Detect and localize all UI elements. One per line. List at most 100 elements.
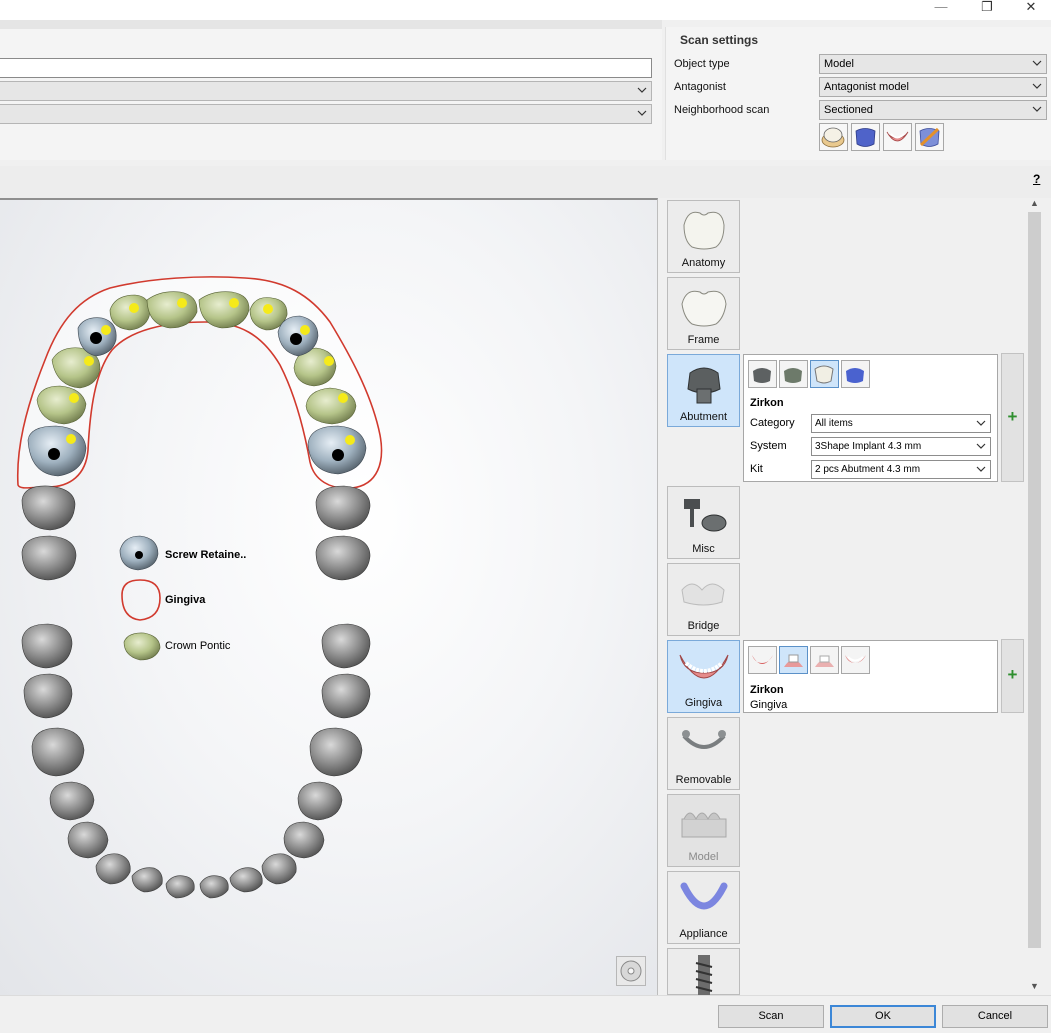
scroll-thumb[interactable] — [1028, 212, 1041, 948]
tooth-38[interactable] — [321, 623, 371, 669]
tile-bridge[interactable]: Bridge — [667, 563, 740, 636]
gingiva-type-2-icon[interactable] — [779, 646, 808, 674]
tooth-41[interactable] — [165, 875, 195, 899]
minimize-button[interactable]: — — [922, 0, 960, 20]
tile-bridge-label: Bridge — [687, 620, 720, 632]
tooth-32[interactable] — [229, 867, 263, 893]
object-type-label: Object type — [674, 58, 730, 70]
tile-misc[interactable]: Misc — [667, 486, 740, 559]
order-select-1[interactable] — [0, 81, 652, 101]
scan-model-icon[interactable] — [819, 123, 848, 151]
scroll-up-icon[interactable]: ▲ — [1026, 198, 1043, 212]
tile-removable[interactable]: Removable — [667, 717, 740, 790]
gingiva-denture-icon — [679, 654, 729, 679]
appliance-icon — [680, 882, 728, 910]
add-abutment-button[interactable]: + — [1001, 353, 1024, 482]
scan-settings-title: Scan settings — [680, 33, 759, 47]
tile-anatomy[interactable]: Anatomy — [667, 200, 740, 273]
restoration-types-panel: Anatomy Frame Abutment Zirkon Category A… — [658, 198, 1051, 999]
close-button[interactable]: ✕ — [1012, 0, 1050, 20]
tile-abutment[interactable]: Abutment — [667, 354, 740, 427]
abutment-type-3-icon[interactable] — [810, 360, 839, 388]
tile-gingiva-label: Gingiva — [684, 697, 723, 709]
tooth-18[interactable] — [21, 535, 77, 581]
tile-gingiva[interactable]: Gingiva — [667, 640, 740, 713]
tooth-33[interactable] — [261, 853, 297, 885]
abutment-options-panel: Zirkon Category All items System 3Shape … — [743, 354, 998, 482]
tooth-34[interactable] — [283, 821, 325, 859]
scan-no-scan-icon[interactable] — [915, 123, 944, 151]
chevron-down-icon — [637, 110, 647, 116]
scan-button[interactable]: Scan — [718, 1005, 824, 1028]
legend-gingiva-icon — [121, 579, 161, 621]
tile-model[interactable]: Model — [667, 794, 740, 867]
tooth-45[interactable] — [49, 781, 95, 821]
tooth-44[interactable] — [67, 821, 109, 859]
gingiva-type-1-icon[interactable] — [748, 646, 777, 674]
anatomy-crown-icon — [683, 211, 725, 250]
ok-button[interactable]: OK — [830, 1005, 936, 1028]
abutment-material: Zirkon — [750, 397, 784, 409]
kit-label: Kit — [750, 463, 763, 475]
tooth-17[interactable] — [21, 485, 76, 531]
tooth-27[interactable] — [315, 485, 371, 531]
chevron-down-icon — [976, 443, 986, 449]
restore-button[interactable]: ❐ — [968, 0, 1006, 20]
tooth-37[interactable] — [321, 673, 371, 719]
tile-model-label: Model — [688, 851, 719, 863]
antagonist-label: Antagonist — [674, 81, 726, 93]
scroll-down-icon[interactable]: ▼ — [1026, 981, 1043, 995]
object-type-select[interactable]: Model — [819, 54, 1047, 74]
order-form-header — [0, 20, 662, 29]
tooth-36[interactable] — [309, 727, 363, 777]
abutment-type-2-icon[interactable] — [779, 360, 808, 388]
chevron-down-icon — [976, 420, 986, 426]
tile-removable-label: Removable — [675, 774, 732, 786]
abutment-type-4-icon[interactable] — [841, 360, 870, 388]
neighborhood-scan-select[interactable]: Sectioned — [819, 100, 1047, 120]
system-select[interactable]: 3Shape Implant 4.3 mm — [811, 437, 991, 456]
scan-settings-panel: Scan settings Object type Model Antagoni… — [665, 27, 1051, 160]
toolbar-strip — [0, 166, 1051, 198]
antagonist-select[interactable]: Antagonist model — [819, 77, 1047, 97]
scan-die-icon[interactable] — [851, 123, 880, 151]
order-text-field[interactable] — [0, 58, 652, 78]
category-value: All items — [815, 418, 853, 429]
bottom-bar: Scan OK Cancel — [0, 995, 1051, 1033]
bridge-icon — [681, 583, 725, 606]
removable-partial-icon — [682, 730, 726, 749]
tooth-35[interactable] — [297, 781, 343, 821]
tooth-46[interactable] — [31, 727, 85, 777]
legend-gingiva-label: Gingiva — [165, 594, 206, 606]
disc-icon[interactable] — [616, 956, 646, 986]
tooth-chart-viewer[interactable]: Screw Retaine.. Gingiva Crown Pontic — [0, 198, 658, 995]
gingiva-type-4-icon[interactable] — [841, 646, 870, 674]
cancel-button[interactable]: Cancel — [942, 1005, 1048, 1028]
tooth-48[interactable] — [21, 623, 73, 669]
tooth-28[interactable] — [315, 535, 371, 581]
tile-appliance[interactable]: Appliance — [667, 871, 740, 944]
tile-abutment-label: Abutment — [679, 411, 728, 423]
tile-appliance-label: Appliance — [679, 928, 728, 940]
object-type-value: Model — [824, 58, 854, 70]
category-select[interactable]: All items — [811, 414, 991, 433]
tooth-47[interactable] — [23, 673, 73, 719]
chevron-down-icon — [976, 466, 986, 472]
tooth-25[interactable] — [305, 387, 357, 425]
neighborhood-scan-label: Neighborhood scan — [674, 104, 770, 116]
tooth-42[interactable] — [131, 867, 163, 893]
legend-screw-retained-label: Screw Retaine.. — [165, 549, 247, 561]
order-select-2[interactable] — [0, 104, 652, 124]
tooth-43[interactable] — [95, 853, 131, 885]
chevron-down-icon — [1032, 83, 1042, 89]
help-link[interactable]: ? — [1033, 172, 1040, 186]
kit-select[interactable]: 2 pcs Abutment 4.3 mm — [811, 460, 991, 479]
tooth-31[interactable] — [199, 875, 229, 899]
gingiva-type-3-icon[interactable] — [810, 646, 839, 674]
scan-gingiva-icon[interactable] — [883, 123, 912, 151]
vertical-scrollbar[interactable]: ▲ ▼ — [1026, 198, 1043, 995]
tile-implant[interactable] — [667, 948, 740, 999]
abutment-type-1-icon[interactable] — [748, 360, 777, 388]
tile-frame[interactable]: Frame — [667, 277, 740, 350]
add-gingiva-button[interactable]: + — [1001, 639, 1024, 713]
